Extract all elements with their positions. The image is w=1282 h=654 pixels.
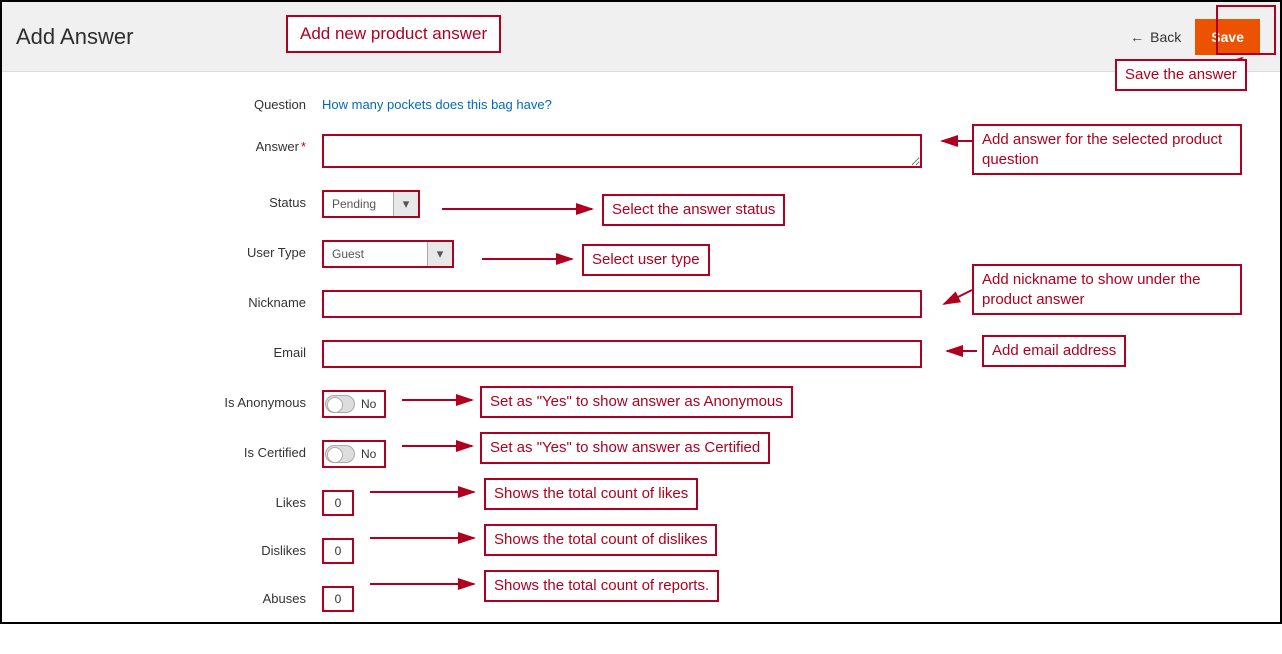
page-title: Add Answer [16, 24, 133, 50]
answer-textarea[interactable] [322, 134, 922, 168]
back-label: Back [1150, 29, 1181, 45]
back-button[interactable]: ← Back [1130, 29, 1181, 45]
anon-toggle[interactable]: No [322, 390, 386, 418]
likes-value: 0 [322, 490, 354, 516]
toggle-icon [325, 445, 355, 463]
chevron-down-icon: ▾ [428, 242, 452, 266]
cert-value: No [361, 447, 376, 461]
nickname-input[interactable] [322, 290, 922, 318]
question-link[interactable]: How many pockets does this bag have? [322, 92, 552, 112]
nickname-label: Nickname [122, 290, 322, 310]
email-input[interactable] [322, 340, 922, 368]
email-label: Email [122, 340, 322, 360]
annotation-email: Add email address [982, 335, 1126, 367]
annotation-title: Add new product answer [286, 15, 501, 53]
status-label: Status [122, 190, 322, 210]
question-label: Question [122, 92, 322, 112]
answer-label: Answer* [122, 134, 322, 154]
anon-label: Is Anonymous [122, 390, 322, 410]
cert-toggle[interactable]: No [322, 440, 386, 468]
annotation-nickname: Add nickname to show under the product a… [972, 264, 1242, 315]
usertype-select[interactable]: Guest ▾ [322, 240, 454, 268]
annotation-cert: Set as "Yes" to show answer as Certified [480, 432, 770, 464]
chevron-down-icon: ▾ [394, 192, 418, 216]
annotation-save: Save the answer [1115, 59, 1247, 91]
cert-label: Is Certified [122, 440, 322, 460]
likes-label: Likes [122, 490, 322, 510]
abuses-value: 0 [322, 586, 354, 612]
annotation-anon: Set as "Yes" to show answer as Anonymous [480, 386, 793, 418]
annotation-usertype: Select user type [582, 244, 710, 276]
usertype-value: Guest [324, 242, 428, 266]
status-select[interactable]: Pending ▾ [322, 190, 420, 218]
header-bar: Add Answer ← Back Save [2, 2, 1280, 72]
dislikes-label: Dislikes [122, 538, 322, 558]
toggle-icon [325, 395, 355, 413]
annotation-status: Select the answer status [602, 194, 785, 226]
annotation-likes: Shows the total count of likes [484, 478, 698, 510]
dislikes-value: 0 [322, 538, 354, 564]
annotation-save-highlight [1216, 5, 1276, 55]
usertype-label: User Type [122, 240, 322, 260]
annotation-answer: Add answer for the selected product ques… [972, 124, 1242, 175]
status-value: Pending [324, 192, 394, 216]
annotation-dislikes: Shows the total count of dislikes [484, 524, 717, 556]
annotation-abuses: Shows the total count of reports. [484, 570, 719, 602]
anon-value: No [361, 397, 376, 411]
abuses-label: Abuses [122, 586, 322, 606]
arrow-left-icon: ← [1130, 29, 1144, 45]
